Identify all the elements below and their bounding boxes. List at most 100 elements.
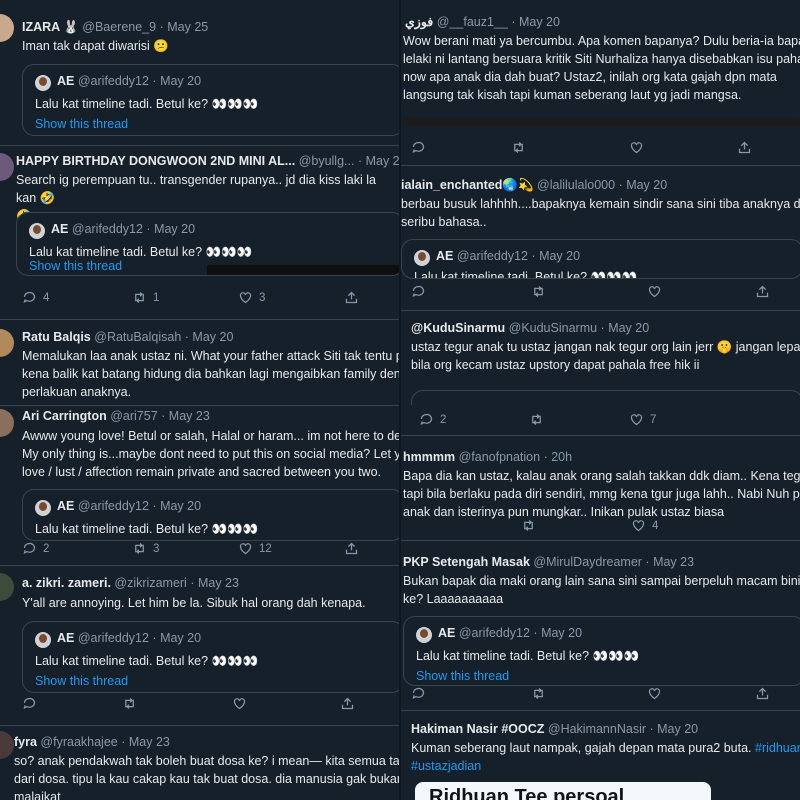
retweet-button[interactable] <box>122 696 137 711</box>
tweet-date[interactable]: May 20 <box>626 178 667 192</box>
quoted-tweet[interactable]: AE @arifeddy12 · May 20 Lalu kat timelin… <box>403 616 800 686</box>
author-handle[interactable]: @Baerene_9 <box>82 20 156 34</box>
hashtag-link[interactable]: #ustazjadian <box>411 757 800 775</box>
like-button[interactable] <box>232 696 247 711</box>
tweet-date[interactable]: May 25 <box>167 20 208 34</box>
quoted-tweet[interactable]: AE @arifeddy12 · May 20 Lalu kat timelin… <box>22 64 399 136</box>
share-button[interactable] <box>340 696 355 711</box>
tweet-date[interactable]: May 23 <box>169 409 210 423</box>
share-button[interactable] <box>344 290 359 305</box>
quoted-tweet[interactable] <box>411 390 800 405</box>
quoted-tweet[interactable]: AE @arifeddy12 · May 20 Lalu kat timelin… <box>401 239 800 279</box>
tweet-izara[interactable]: IZARA 🐰 @Baerene_9 · May 25 Iman tak dap… <box>0 0 399 146</box>
link-card-preview[interactable]: Ridhuan Tee persoal <box>415 782 711 800</box>
retweet-button[interactable]: 1 <box>132 290 159 305</box>
share-button[interactable] <box>737 140 752 155</box>
tweet-date[interactable]: May 23 <box>366 154 399 168</box>
author-handle[interactable]: @RatuBalqisah <box>94 330 181 344</box>
tweet-ialain[interactable]: ialain_enchanted🌏💫 @lalilulalo000 · May … <box>401 165 800 311</box>
media-preview[interactable] <box>403 118 800 127</box>
tweet-date[interactable]: May 23 <box>198 576 239 590</box>
tweet-ratu-balqis[interactable]: Ratu Balqis @RatuBalqisah · May 20 Memal… <box>0 319 399 406</box>
tweet-ari-carrington[interactable]: Ari Carrington @ari757 · May 23 Awww you… <box>0 405 399 566</box>
author-handle[interactable]: @KuduSinarmu <box>509 321 597 335</box>
reply-button[interactable]: 4 <box>22 290 49 305</box>
quoted-tweet[interactable]: AE @arifeddy12 · May 20 Lalu kat timelin… <box>22 489 399 541</box>
like-button[interactable] <box>647 686 662 701</box>
tweet-date[interactable]: May 20 <box>657 722 698 736</box>
like-button[interactable]: 4 <box>631 518 658 533</box>
media-preview[interactable] <box>207 265 399 275</box>
like-button[interactable] <box>629 140 644 155</box>
author-name[interactable]: Ari Carrington <box>22 409 107 423</box>
retweet-button[interactable] <box>511 140 526 155</box>
tweet-date[interactable]: May 20 <box>192 330 233 344</box>
show-thread-link[interactable]: Show this thread <box>35 674 128 688</box>
reply-button[interactable] <box>411 686 426 701</box>
like-button[interactable] <box>647 284 662 299</box>
tweet-hakiman[interactable]: Hakiman Nasir #OOCZ @HakimannNasir · May… <box>401 710 800 800</box>
share-button[interactable] <box>755 284 770 299</box>
show-thread-link[interactable]: Show this thread <box>35 117 128 131</box>
like-button[interactable]: 7 <box>629 412 656 427</box>
tweet-happy-birthday[interactable]: HAPPY BIRTHDAY DONGWOON 2ND MINI AL... @… <box>0 145 399 320</box>
author-handle[interactable]: @fyraakhajee <box>40 735 117 749</box>
author-name[interactable]: IZARA 🐰 <box>22 20 79 34</box>
tweet-date[interactable]: 20h <box>551 450 572 464</box>
retweet-button[interactable]: 3 <box>132 541 159 556</box>
author-handle[interactable]: @byullg... <box>299 154 355 168</box>
tweet-date[interactable]: May 23 <box>653 555 694 569</box>
tweet-hmmmm[interactable]: hmmmm @fanofpnation · 20h Bapa dia kan u… <box>401 435 800 541</box>
share-button[interactable] <box>755 686 770 701</box>
like-button[interactable]: 12 <box>238 541 272 556</box>
author-name[interactable]: hmmmm <box>403 450 455 464</box>
quoted-tweet[interactable]: AE @arifeddy12 · May 20 Lalu kat timelin… <box>22 621 399 693</box>
avatar[interactable] <box>0 409 14 437</box>
avatar[interactable] <box>0 14 14 42</box>
author-handle[interactable]: @MirulDaydreamer <box>533 555 642 569</box>
tweet-date[interactable]: May 23 <box>129 735 170 749</box>
author-name[interactable]: فوزي <box>405 15 433 29</box>
retweet-button[interactable] <box>529 412 544 427</box>
author-name[interactable]: @KuduSinarmu <box>411 321 505 335</box>
retweet-button[interactable] <box>531 284 546 299</box>
tweet-kudusinarmu[interactable]: @KuduSinarmu @KuduSinarmu · May 20 ustaz… <box>401 310 800 436</box>
quote-date: May 20 <box>160 499 202 513</box>
author-handle[interactable]: @zikrizameri <box>114 576 186 590</box>
avatar[interactable] <box>0 573 14 601</box>
share-button[interactable] <box>344 541 359 556</box>
tweet-pkp[interactable]: PKP Setengah Masak @MirulDaydreamer · Ma… <box>401 540 800 711</box>
reply-button[interactable] <box>411 284 426 299</box>
author-handle[interactable]: @__fauz1__ <box>437 15 508 29</box>
tweet-fauzi[interactable]: فوزي @__fauz1__ · May 20 Wow berani mati… <box>401 0 800 166</box>
reply-button[interactable] <box>22 696 37 711</box>
author-handle[interactable]: @fanofpnation <box>459 450 541 464</box>
show-thread-link[interactable]: Show this thread <box>416 669 509 683</box>
show-thread-link[interactable]: Show this thread <box>29 259 122 273</box>
author-name[interactable]: ialain_enchanted🌏💫 <box>401 178 534 192</box>
like-button[interactable]: 3 <box>238 290 265 305</box>
avatar[interactable] <box>0 731 14 759</box>
tweet-zikri[interactable]: a. zikri. zameri. @zikrizameri · May 23 … <box>0 565 399 726</box>
avatar[interactable] <box>0 153 14 181</box>
author-handle[interactable]: @lalilulalo000 <box>537 178 615 192</box>
author-name[interactable]: Ratu Balqis <box>22 330 91 344</box>
reply-button[interactable]: 2 <box>419 412 446 427</box>
author-name[interactable]: a. zikri. zameri. <box>22 576 111 590</box>
avatar[interactable] <box>0 329 14 357</box>
retweet-button[interactable] <box>531 686 546 701</box>
reply-button[interactable] <box>411 140 426 155</box>
tweet-fyra[interactable]: fyra @fyraakhajee · May 23 so? anak pend… <box>0 725 399 800</box>
author-handle[interactable]: @HakimannNasir <box>548 722 646 736</box>
hashtag-link[interactable]: #ridhuan <box>755 741 800 755</box>
author-name[interactable]: PKP Setengah Masak <box>403 555 530 569</box>
quoted-tweet[interactable]: AE @arifeddy12 · May 20 Lalu kat timelin… <box>16 212 399 276</box>
author-handle[interactable]: @ari757 <box>110 409 157 423</box>
author-name[interactable]: Hakiman Nasir #OOCZ <box>411 722 544 736</box>
author-name[interactable]: HAPPY BIRTHDAY DONGWOON 2ND MINI AL... <box>16 154 295 168</box>
author-name[interactable]: fyra <box>14 735 37 749</box>
retweet-button[interactable] <box>521 518 536 533</box>
tweet-date[interactable]: May 20 <box>608 321 649 335</box>
reply-button[interactable]: 2 <box>22 541 49 556</box>
tweet-date[interactable]: May 20 <box>519 15 560 29</box>
